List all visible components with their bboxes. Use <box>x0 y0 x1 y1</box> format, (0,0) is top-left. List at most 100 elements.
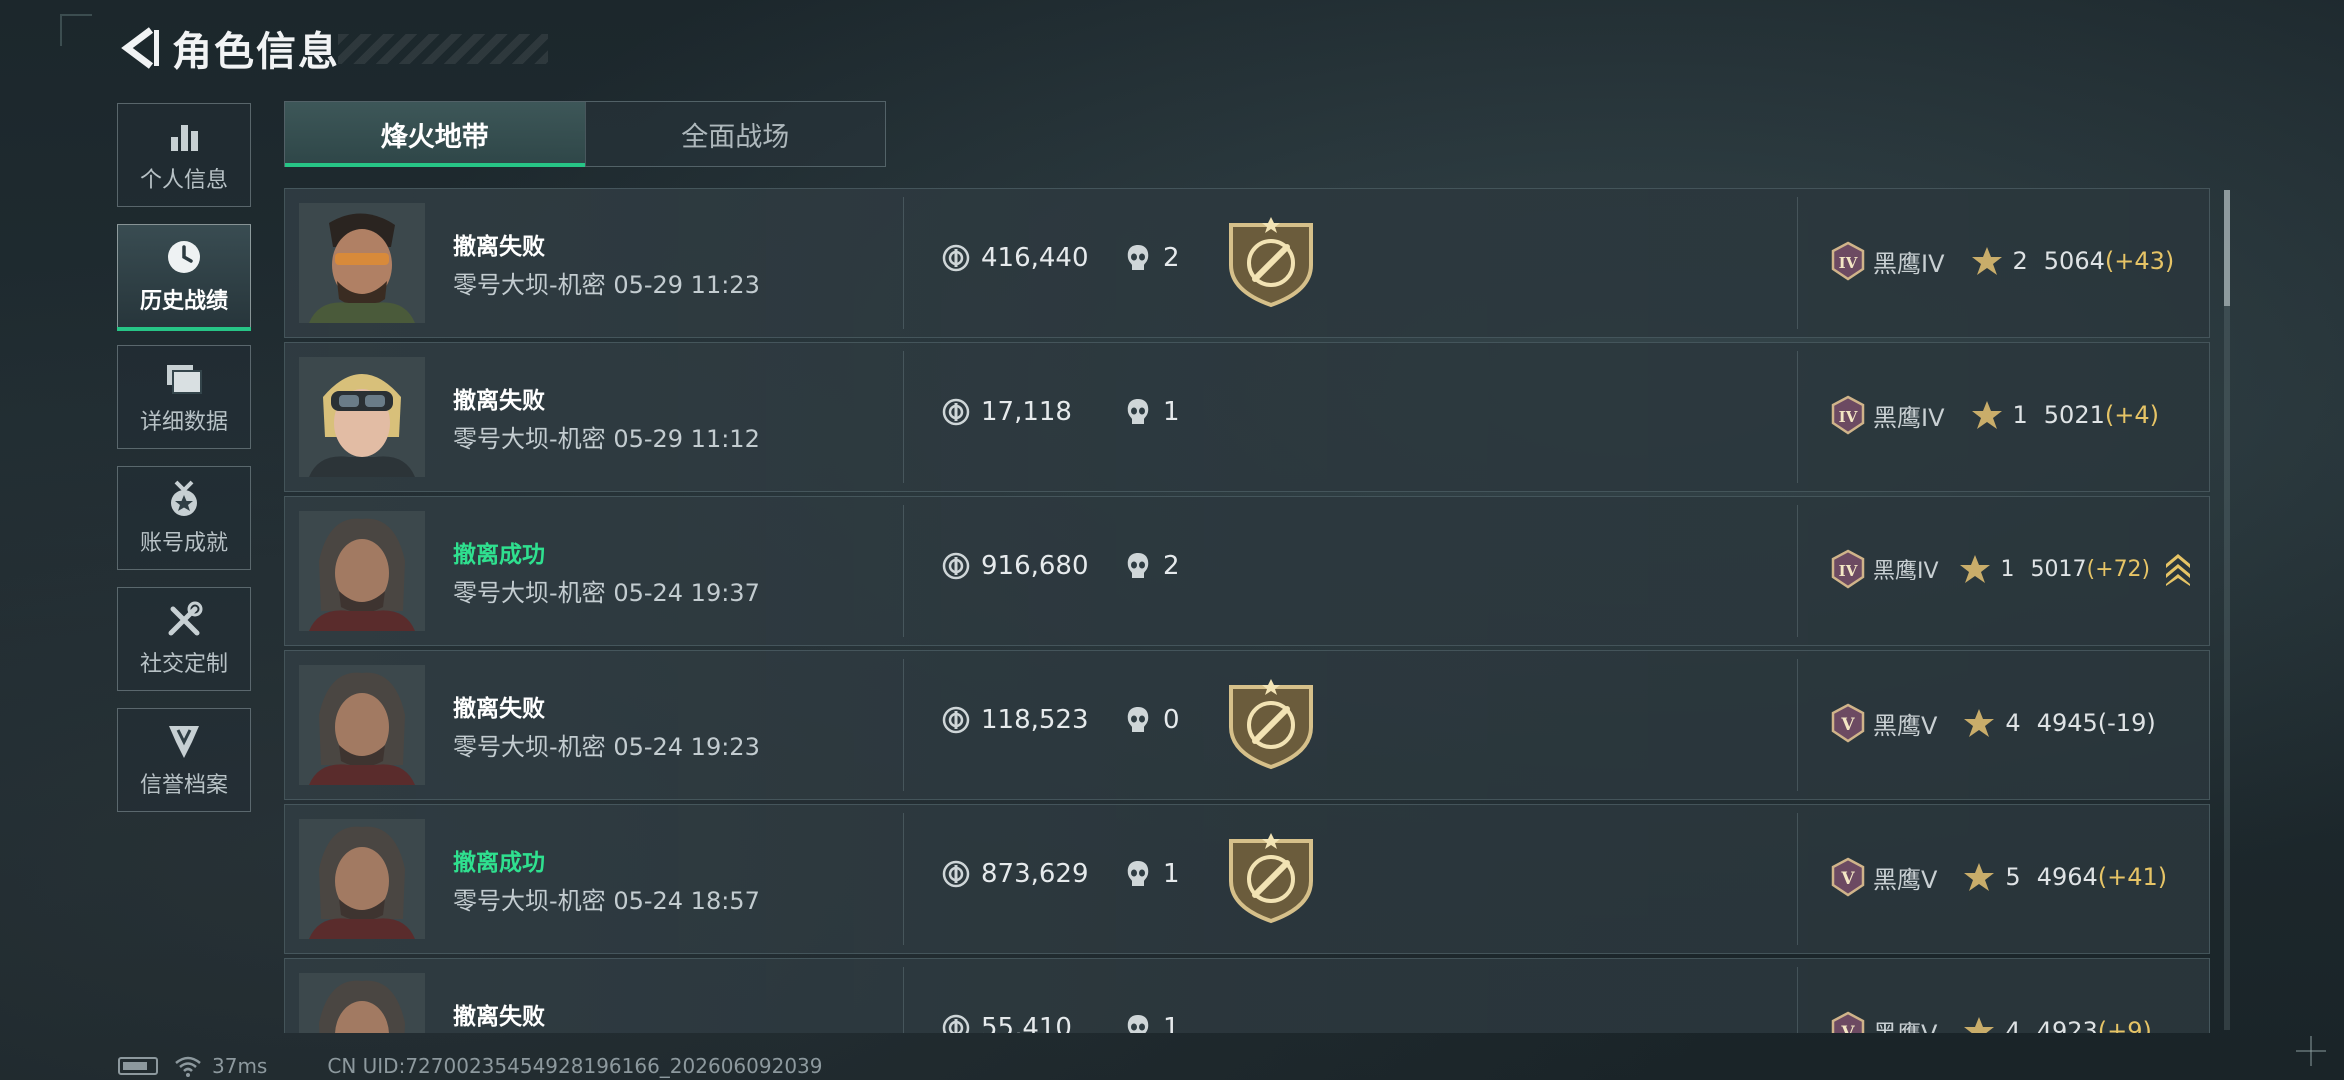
operator-portrait <box>299 819 425 939</box>
star-count: 1 <box>2000 556 2015 582</box>
loot-value: 55,410 <box>941 1013 1072 1033</box>
svg-text:IV: IV <box>1839 562 1858 580</box>
achievement-badge-icon <box>1225 215 1317 309</box>
clock-icon <box>164 237 204 277</box>
score-delta: (+9) <box>2097 1017 2152 1033</box>
back-button[interactable] <box>118 22 164 74</box>
match-record-row[interactable]: 撤离失败 55,410 1 V 黑鹰V 4 4923(+9) <box>284 958 2210 1033</box>
operator-portrait <box>299 511 425 631</box>
rank-info: IV 黑鹰IV 1 5021 (+4) <box>1829 395 2159 435</box>
title-stripes <box>338 34 548 64</box>
star-icon <box>1971 247 2002 275</box>
skull-icon <box>1127 707 1149 732</box>
list-scrollbar[interactable] <box>2224 190 2230 1030</box>
tab-full-battlefield[interactable]: 全面战场 <box>584 102 886 166</box>
loot-value-text: 118,523 <box>981 705 1089 735</box>
star-icon <box>1964 709 1995 737</box>
tab-hazard-zone[interactable]: 烽火地带 <box>285 102 585 167</box>
extraction-status: 撤离成功 <box>453 542 545 568</box>
rank-emblem-icon: V <box>1831 703 1865 743</box>
match-time: 05-29 11:23 <box>613 271 760 299</box>
rank-emblem-icon: V <box>1831 1011 1865 1033</box>
match-record-row[interactable]: 撤离失败 零号大坝-机密 05-29 11:12 17,118 1 IV 黑鹰I… <box>284 342 2210 492</box>
rank-score: 4964 <box>2036 863 2098 891</box>
sidebar-item-personal-info[interactable]: 个人信息 <box>117 103 251 207</box>
kill-count: 2 <box>1125 551 1180 581</box>
kill-count-text: 2 <box>1163 243 1180 273</box>
divider <box>903 813 904 945</box>
sidebar: 个人信息 历史战绩 详细数据 账号成就 社交定制 信誉档案 <box>117 103 255 829</box>
score-delta: (+41) <box>2097 863 2168 891</box>
match-record-row[interactable]: 撤离失败 零号大坝-机密 05-29 11:23 416,440 2 IV 黑鹰… <box>284 188 2210 338</box>
map-name: 零号大坝-机密 <box>453 579 606 607</box>
shield-emblem-icon <box>164 721 204 761</box>
svg-text:V: V <box>1840 1023 1855 1033</box>
page-header: 角色信息 <box>118 22 548 75</box>
match-record-row[interactable]: 撤离成功 零号大坝-机密 05-24 18:57 873,629 1 V 黑鹰V… <box>284 804 2210 954</box>
rank-emblem-icon: V <box>1831 857 1865 897</box>
loot-value-text: 873,629 <box>981 859 1089 889</box>
sidebar-item-reputation[interactable]: 信誉档案 <box>117 708 251 812</box>
match-detail: 零号大坝-机密 05-24 18:57 <box>453 881 760 916</box>
match-record-row[interactable]: 撤离成功 零号大坝-机密 05-24 19:37 916,680 2 IV 黑鹰… <box>284 496 2210 646</box>
sidebar-item-history[interactable]: 历史战绩 <box>117 224 251 331</box>
sidebar-item-label: 社交定制 <box>139 652 228 677</box>
rank-score: 4945 <box>2036 709 2098 737</box>
kill-count-text: 1 <box>1163 397 1180 427</box>
divider <box>903 505 904 637</box>
divider <box>1797 351 1798 483</box>
star-icon <box>1964 1017 1995 1033</box>
ping-text: 37ms <box>212 1054 268 1078</box>
divider <box>1797 659 1798 791</box>
sidebar-item-achievements[interactable]: 账号成就 <box>117 466 251 570</box>
svg-text:V: V <box>1840 715 1855 735</box>
match-detail: 零号大坝-机密 05-29 11:12 <box>453 419 760 454</box>
rank-emblem-icon: IV <box>1831 549 1865 589</box>
match-record-row[interactable]: 撤离失败 零号大坝-机密 05-24 19:23 118,523 0 V 黑鹰V… <box>284 650 2210 800</box>
kill-count: 1 <box>1125 859 1180 889</box>
coin-icon <box>942 398 970 426</box>
extraction-status: 撤离失败 <box>453 1004 545 1030</box>
svg-text:IV: IV <box>1839 254 1858 272</box>
match-time: 05-24 18:57 <box>613 887 760 915</box>
extraction-status: 撤离失败 <box>453 388 545 414</box>
divider <box>903 967 904 1033</box>
loot-value: 873,629 <box>941 859 1089 889</box>
star-count: 2 <box>2012 247 2028 275</box>
svg-text:V: V <box>1840 869 1855 889</box>
divider <box>903 351 904 483</box>
battery-icon <box>118 1057 158 1075</box>
rank-score: 5021 <box>2043 401 2105 429</box>
corner-crosshair-icon <box>2296 1036 2326 1066</box>
tools-icon <box>164 600 204 640</box>
star-icon <box>1959 555 1990 583</box>
skull-icon <box>1127 399 1149 424</box>
loot-value: 916,680 <box>941 551 1089 581</box>
folders-icon <box>164 358 204 398</box>
operator-portrait <box>299 665 425 785</box>
extraction-status: 撤离成功 <box>453 850 545 876</box>
sidebar-item-label: 个人信息 <box>139 168 228 193</box>
extraction-status: 撤离失败 <box>453 696 545 722</box>
rank-name: 黑鹰V <box>1873 865 1938 894</box>
match-time: 05-24 19:37 <box>613 579 760 607</box>
match-history-list[interactable]: 撤离失败 零号大坝-机密 05-29 11:23 416,440 2 IV 黑鹰… <box>284 188 2210 1033</box>
skull-icon <box>1127 553 1149 578</box>
rank-name: 黑鹰IV <box>1873 249 1945 278</box>
sidebar-item-detailed-data[interactable]: 详细数据 <box>117 345 251 449</box>
divider <box>903 659 904 791</box>
scrollbar-thumb[interactable] <box>2224 190 2230 306</box>
rank-score: 4923 <box>2036 1017 2098 1033</box>
match-detail: 零号大坝-机密 05-29 11:23 <box>453 265 760 300</box>
score-delta: (+72) <box>2086 556 2151 582</box>
rank-score: 5017 <box>2030 556 2087 582</box>
achievement-badge-icon <box>1225 831 1317 925</box>
rank-emblem-icon: IV <box>1831 395 1865 435</box>
rank-emblem-icon: IV <box>1831 241 1865 281</box>
sidebar-item-social[interactable]: 社交定制 <box>117 587 251 691</box>
map-name: 零号大坝-机密 <box>453 271 606 299</box>
operator-portrait <box>299 973 425 1033</box>
mode-tabs: 烽火地带 全面战场 <box>284 101 886 167</box>
star-count: 5 <box>2005 863 2021 891</box>
bar-chart-icon <box>164 116 204 156</box>
